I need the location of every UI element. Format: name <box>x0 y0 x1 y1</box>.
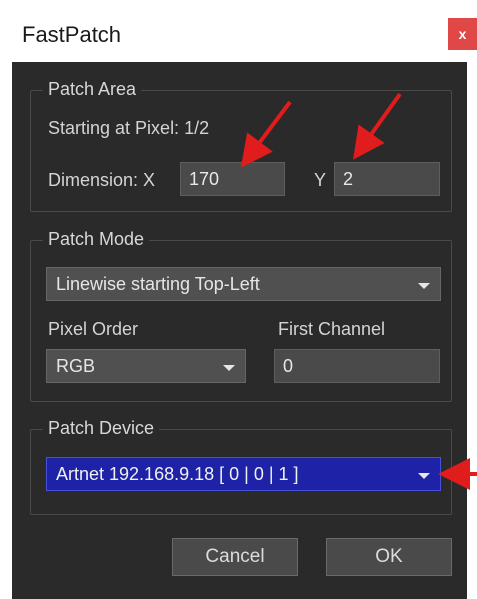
fastpatch-dialog: FastPatch x Patch Area Starting at Pixel… <box>0 0 477 599</box>
annotation-overlay <box>240 92 477 490</box>
red-arrow-y-icon <box>353 92 402 160</box>
red-arrow-x-icon <box>240 100 292 168</box>
